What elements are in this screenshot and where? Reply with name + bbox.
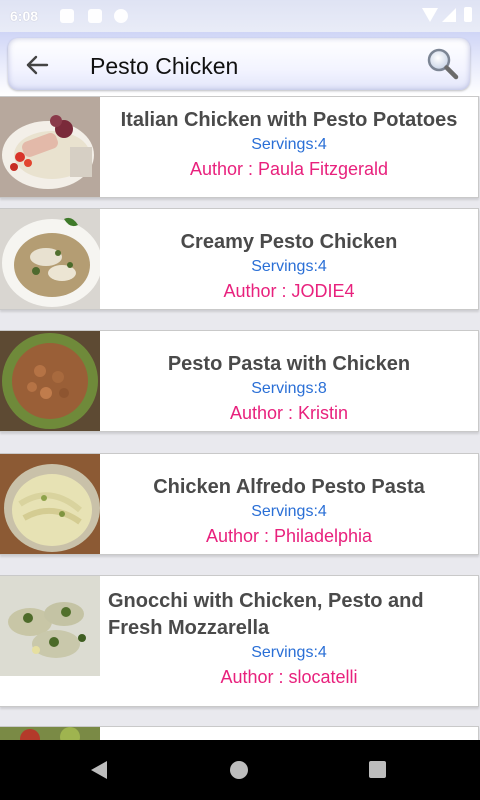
recipe-author: Author : slocatelli [220, 667, 358, 687]
status-bar: 6:08 [0, 0, 480, 32]
system-nav-bar [0, 740, 480, 800]
recipe-card[interactable]: Chicken Alfredo Pesto Pasta Servings:4 A… [0, 453, 479, 555]
nav-back-icon[interactable] [91, 761, 107, 779]
recipe-info: Italian Chicken with Pesto Potatoes Serv… [104, 97, 474, 197]
recipe-card[interactable]: Creamy Pesto Chicken Servings:4 Author :… [0, 208, 479, 310]
recipe-info: Gnocchi with Chicken, Pesto and Fresh Mo… [108, 576, 478, 687]
recipe-author: Author : JODIE4 [223, 281, 355, 301]
search-box: Pesto Chicken [8, 38, 470, 90]
recipe-servings: Servings:4 [251, 644, 327, 661]
notification-icon [88, 9, 102, 23]
recipe-thumbnail [0, 97, 100, 197]
recipe-servings: Servings:4 [251, 258, 327, 275]
recipe-servings: Servings:4 [251, 503, 327, 520]
recipe-thumbnail [0, 331, 100, 431]
recipe-servings: Servings:4 [251, 136, 327, 153]
arrow-left-icon [26, 55, 49, 75]
recipe-thumbnail [0, 454, 100, 554]
recipe-title: Gnocchi with Chicken, Pesto and Fresh Mo… [108, 590, 424, 639]
recipe-title: Pesto Pasta with Chicken [167, 353, 411, 375]
status-time: 6:08 [10, 8, 39, 24]
back-button[interactable] [22, 50, 52, 80]
search-input[interactable]: Pesto Chicken [90, 53, 238, 80]
recipe-thumbnail [0, 727, 100, 740]
nav-home-icon[interactable] [230, 761, 248, 779]
recipe-author: Author : Paula Fitzgerald [189, 159, 389, 179]
recipe-card[interactable]: Gnocchi with Chicken, Pesto and Fresh Mo… [0, 575, 479, 707]
recipe-card[interactable]: Pesto Pasta with Chicken Servings:8 Auth… [0, 330, 479, 432]
signal-icon [442, 8, 456, 22]
recipe-info: Pesto Pasta with Chicken Servings:8 Auth… [104, 331, 474, 431]
recipe-servings: Servings:8 [251, 380, 327, 397]
recipe-title: Chicken Alfredo Pesto Pasta [153, 476, 425, 498]
recipe-card[interactable]: Italian Chicken with Pesto Potatoes Serv… [0, 96, 479, 198]
recipe-title: Creamy Pesto Chicken [180, 231, 398, 253]
notification-icon [60, 9, 74, 23]
recipe-info: Chicken Alfredo Pesto Pasta Servings:4 A… [104, 454, 474, 554]
recipe-thumbnail [0, 209, 100, 309]
wifi-icon [422, 8, 438, 22]
recipe-info: Creamy Pesto Chicken Servings:4 Author :… [104, 209, 474, 309]
search-button[interactable] [426, 47, 460, 81]
search-header: Pesto Chicken [0, 32, 480, 96]
recipe-author: Author : Philadelphia [205, 526, 373, 546]
recipe-thumbnail [0, 576, 100, 676]
recipe-list: Italian Chicken with Pesto Potatoes Serv… [0, 96, 480, 740]
battery-icon [464, 7, 472, 22]
recipe-title: Italian Chicken with Pesto Potatoes [120, 109, 458, 131]
nav-recents-icon[interactable] [369, 761, 386, 778]
recipe-author: Author : Kristin [229, 403, 349, 423]
magnifier-icon [427, 48, 459, 80]
notification-icon [114, 9, 128, 23]
recipe-card[interactable] [0, 726, 479, 740]
